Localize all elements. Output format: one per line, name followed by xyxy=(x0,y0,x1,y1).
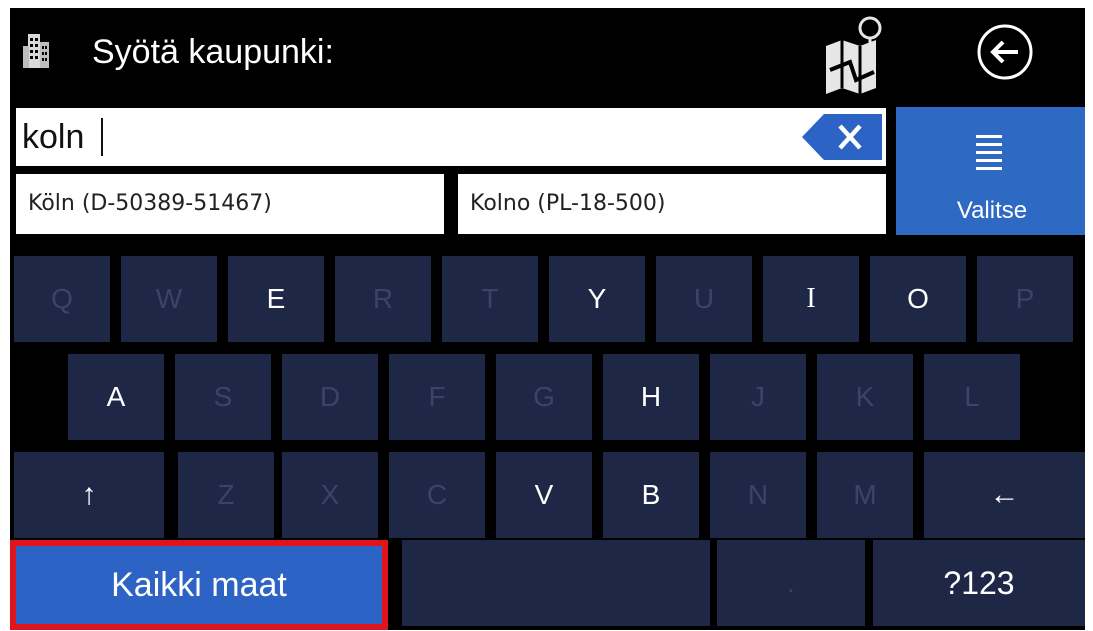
key-r: R xyxy=(335,256,431,342)
key-backspace[interactable]: ← xyxy=(924,452,1085,538)
select-list-button[interactable]: Valitse xyxy=(896,107,1085,235)
key-m: M xyxy=(817,452,913,538)
key-z: Z xyxy=(178,452,274,538)
key-x: X xyxy=(282,452,378,538)
page-title: Syötä kaupunki: xyxy=(92,33,334,71)
backspace-clear-icon xyxy=(802,114,882,160)
key-l: L xyxy=(924,354,1020,440)
key-y[interactable]: Y xyxy=(549,256,645,342)
header-bar: Syötä kaupunki: xyxy=(10,8,1085,100)
key-u: U xyxy=(656,256,752,342)
city-buildings-icon xyxy=(22,32,52,68)
key-t: T xyxy=(442,256,538,342)
key-h[interactable]: H xyxy=(603,354,699,440)
select-label: Valitse xyxy=(956,197,1028,224)
text-caret xyxy=(101,118,103,156)
back-button[interactable] xyxy=(976,23,1034,81)
key-shift[interactable]: ↑ xyxy=(14,452,164,538)
suggestion-item[interactable]: Köln (D-50389-51467) xyxy=(16,174,444,234)
key-a[interactable]: A xyxy=(68,354,164,440)
list-icon xyxy=(976,135,1006,171)
clear-input-button[interactable] xyxy=(802,114,882,160)
key-symbols[interactable]: ?123 xyxy=(873,540,1085,626)
key-dot: . xyxy=(717,540,865,626)
key-c: C xyxy=(389,452,485,538)
on-screen-keyboard: Q W E R T Y U I O P A S D F G H J K L ↑ … xyxy=(10,256,1085,630)
key-v[interactable]: V xyxy=(496,452,592,538)
key-p: P xyxy=(977,256,1073,342)
key-i[interactable]: I xyxy=(763,256,859,342)
key-d: D xyxy=(282,354,378,440)
map-pin-icon[interactable] xyxy=(820,14,886,94)
all-countries-button[interactable]: Kaikki maat xyxy=(10,540,388,630)
key-k: K xyxy=(817,354,913,440)
navigation-screen: Syötä kaupunki: koln Köln (D-50389-51467… xyxy=(10,8,1085,630)
key-q: Q xyxy=(14,256,110,342)
key-g: G xyxy=(496,354,592,440)
key-j: J xyxy=(710,354,806,440)
key-o[interactable]: O xyxy=(870,256,966,342)
city-search-box[interactable] xyxy=(16,108,886,166)
key-e[interactable]: E xyxy=(228,256,324,342)
key-n: N xyxy=(710,452,806,538)
key-w: W xyxy=(121,256,217,342)
key-b[interactable]: B xyxy=(603,452,699,538)
back-arrow-icon xyxy=(977,24,1033,80)
key-space[interactable] xyxy=(402,540,710,626)
suggestion-item[interactable]: Kolno (PL-18-500) xyxy=(458,174,886,234)
key-s: S xyxy=(175,354,271,440)
key-f: F xyxy=(389,354,485,440)
city-search-input[interactable] xyxy=(16,108,776,166)
